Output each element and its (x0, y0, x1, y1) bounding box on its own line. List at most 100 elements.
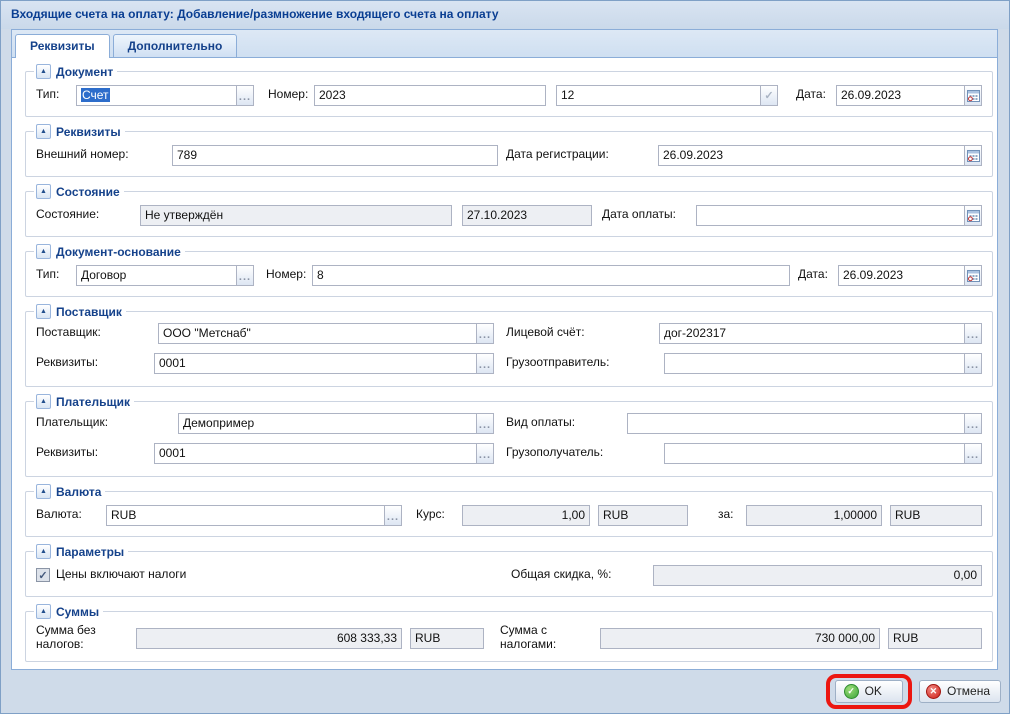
collapse-toggle-icon[interactable]: ▲ (36, 64, 51, 79)
ellipsis-icon[interactable]: ... (964, 323, 982, 344)
ellipsis-icon[interactable]: ... (476, 323, 494, 344)
fieldset-state: ▲ Состояние Состояние: Не утверждён 27.1… (25, 184, 993, 237)
collapse-toggle-icon[interactable]: ▲ (36, 304, 51, 319)
fieldset-payer-legend: Плательщик (56, 395, 130, 409)
fieldset-totals-legend: Суммы (56, 605, 99, 619)
fieldset-currency: ▲ Валюта Валюта: RUB ... Курс: 1,00 RUB … (25, 484, 993, 537)
cancel-button-label: Отмена (947, 684, 990, 698)
fieldset-requisites: ▲ Реквизиты Внешний номер: 789 Дата реги… (25, 124, 993, 177)
footer-toolbar: ✓ OK ✕ Отмена (826, 673, 1001, 709)
calendar-icon[interactable] (964, 265, 982, 286)
supplier-requisites-field[interactable]: 0001 (154, 353, 477, 374)
ellipsis-icon[interactable]: ... (236, 265, 254, 286)
ellipsis-icon[interactable]: ... (964, 353, 982, 374)
collapse-toggle-icon[interactable]: ▲ (36, 184, 51, 199)
ellipsis-icon[interactable]: ... (384, 505, 402, 526)
payment-kind-label: Вид оплаты: (506, 416, 627, 430)
consignee-field[interactable] (664, 443, 965, 464)
tab-bar: Реквизиты Дополнительно (12, 30, 997, 58)
cancel-button[interactable]: ✕ Отмена (919, 680, 1001, 703)
collapse-toggle-icon[interactable]: ▲ (36, 394, 51, 409)
payment-kind-field[interactable] (627, 413, 965, 434)
rate-label: Курс: (416, 508, 462, 522)
tab-requisites[interactable]: Реквизиты (15, 34, 110, 58)
payer-label: Плательщик: (36, 416, 178, 430)
base-type-field[interactable]: Договор (76, 265, 237, 286)
taxes-checkbox[interactable]: ✓ (36, 568, 50, 582)
ellipsis-icon[interactable]: ... (476, 413, 494, 434)
rate-field: 1,00 (462, 505, 590, 526)
payment-date-field[interactable] (696, 205, 965, 226)
state-label: Состояние: (36, 208, 140, 222)
collapse-toggle-icon[interactable]: ▲ (36, 604, 51, 619)
payer-field[interactable]: Демопример (178, 413, 477, 434)
fieldset-document-legend: Документ (56, 65, 113, 79)
supplier-label: Поставщик: (36, 326, 158, 340)
currency-field[interactable]: RUB (106, 505, 385, 526)
registration-date-combo: 26.09.2023 (658, 145, 982, 166)
collapse-toggle-icon[interactable]: ▲ (36, 484, 51, 499)
ellipsis-icon[interactable]: ... (476, 353, 494, 374)
calendar-icon[interactable] (964, 145, 982, 166)
currency-label: Валюта: (36, 508, 106, 522)
payment-kind-combo: ... (627, 413, 982, 434)
document-extra-number-field[interactable]: 12 (556, 85, 761, 106)
gross-currency-field: RUB (888, 628, 982, 649)
cancel-x-icon: ✕ (926, 684, 941, 699)
tab-additional[interactable]: Дополнительно (113, 34, 238, 57)
personal-account-field[interactable]: дог-202317 (659, 323, 965, 344)
document-type-field[interactable]: Счет (76, 85, 237, 106)
registration-date-field[interactable]: 26.09.2023 (658, 145, 965, 166)
net-amount-label: Сумма без налогов: (36, 624, 136, 652)
ellipsis-icon[interactable]: ... (964, 443, 982, 464)
annotation-highlight: ✓ OK (826, 674, 912, 709)
document-number-label: Номер: (268, 88, 314, 102)
collapse-toggle-icon[interactable]: ▲ (36, 124, 51, 139)
ellipsis-icon[interactable]: ... (236, 85, 254, 106)
dialog-window: Входящие счета на оплату: Добавление/раз… (0, 0, 1010, 714)
collapse-toggle-icon[interactable]: ▲ (36, 544, 51, 559)
document-type-combo: Счет ... (76, 85, 254, 106)
base-date-label: Дата: (798, 268, 838, 282)
consignor-field[interactable] (664, 353, 965, 374)
registration-date-label: Дата регистрации: (506, 148, 658, 162)
rate-currency-field: RUB (598, 505, 688, 526)
consignor-combo: ... (664, 353, 982, 374)
net-currency-field: RUB (410, 628, 484, 649)
ellipsis-icon[interactable]: ... (964, 413, 982, 434)
ok-button[interactable]: ✓ OK (835, 680, 903, 703)
ellipsis-icon[interactable]: ... (476, 443, 494, 464)
fieldset-supplier-legend: Поставщик (56, 305, 122, 319)
taxes-checkbox-label: Цены включают налоги (56, 568, 186, 582)
base-type-combo: Договор ... (76, 265, 254, 286)
document-date-combo: 26.09.2023 (836, 85, 982, 106)
document-date-field[interactable]: 26.09.2023 (836, 85, 965, 106)
payer-requisites-field[interactable]: 0001 (154, 443, 477, 464)
collapse-toggle-icon[interactable]: ▲ (36, 244, 51, 259)
fieldset-base-document: ▲ Документ-основание Тип: Договор ... Но… (25, 244, 993, 297)
document-type-label: Тип: (36, 88, 76, 102)
taxes-checkbox-group: ✓ Цены включают налоги (36, 568, 511, 582)
ok-button-label: OK (865, 684, 882, 698)
fieldset-document: ▲ Документ Тип: Счет ... Номер: 2023 12 … (25, 64, 993, 117)
base-date-field[interactable]: 26.09.2023 (838, 265, 965, 286)
base-date-combo: 26.09.2023 (838, 265, 982, 286)
consignor-label: Грузоотправитель: (506, 356, 664, 370)
gross-amount-field: 730 000,00 (600, 628, 880, 649)
base-number-field[interactable]: 8 (312, 265, 790, 286)
tab-panel: Реквизиты Дополнительно ▲ Документ Тип: … (11, 29, 998, 670)
calendar-icon[interactable] (964, 85, 982, 106)
check-trigger-icon[interactable]: ✓ (760, 85, 778, 106)
selected-text: Счет (81, 88, 110, 102)
fieldset-parameters: ▲ Параметры ✓ Цены включают налоги Общая… (25, 544, 993, 597)
payer-combo: Демопример ... (178, 413, 494, 434)
supplier-field[interactable]: ООО "Метснаб" (158, 323, 477, 344)
ok-check-icon: ✓ (844, 684, 859, 699)
fieldset-currency-legend: Валюта (56, 485, 101, 499)
calendar-icon[interactable] (964, 205, 982, 226)
payment-date-label: Дата оплаты: (602, 208, 696, 222)
document-date-label: Дата: (796, 88, 836, 102)
document-number-field[interactable]: 2023 (314, 85, 546, 106)
payment-date-combo (696, 205, 982, 226)
external-number-field[interactable]: 789 (172, 145, 498, 166)
